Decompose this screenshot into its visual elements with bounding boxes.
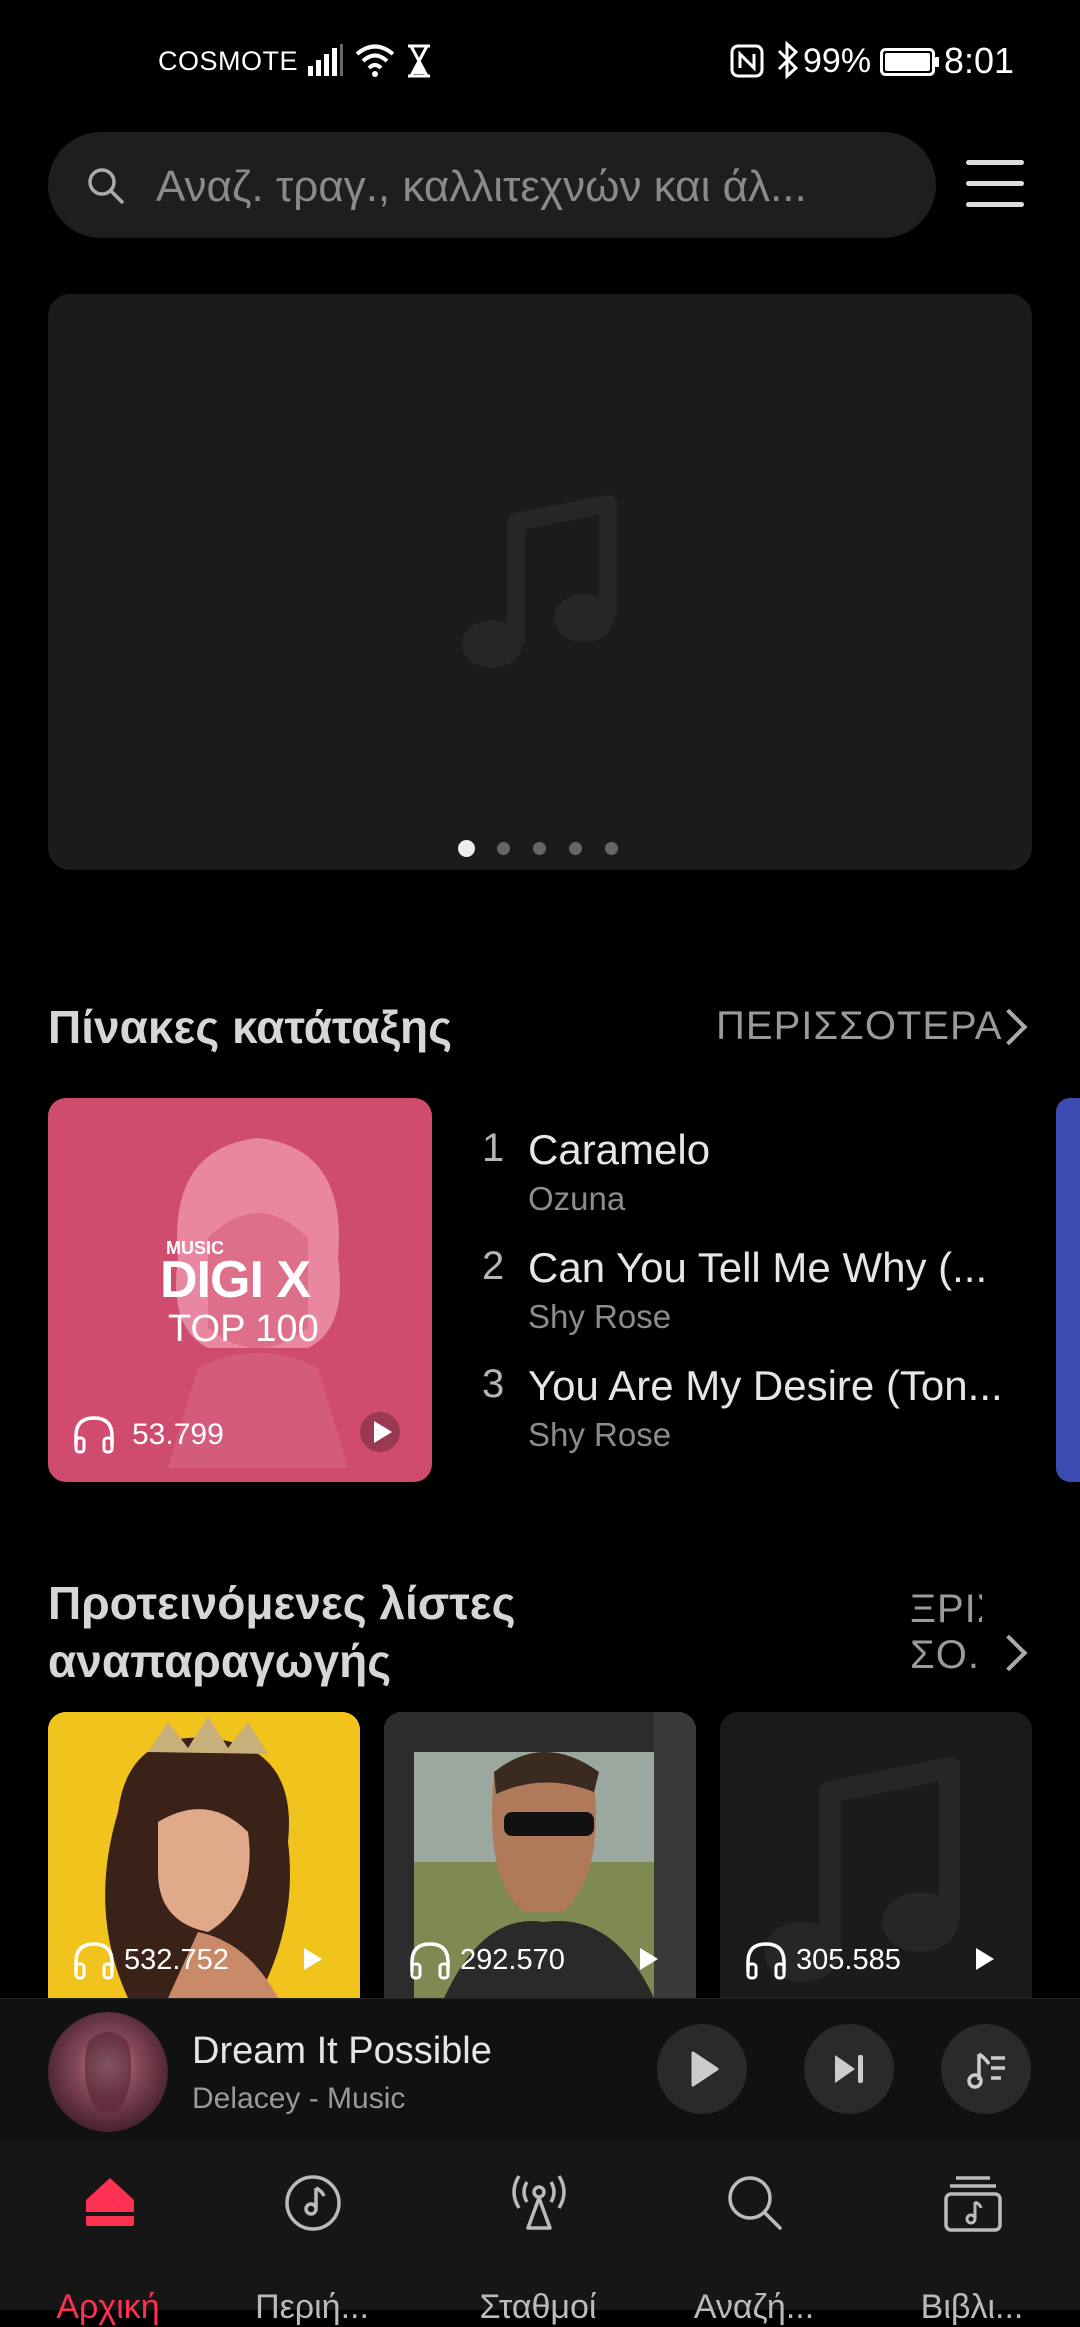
playlist-card[interactable]: 532.752 [48,1712,360,1998]
hourglass-icon [408,44,430,78]
playlist-queue-button[interactable] [941,2024,1031,2114]
playlists-title-line2: αναπαραγωγής [48,1635,392,1687]
now-playing-title: Dream It Possible [192,2030,492,2072]
playlists-title-line1: Προτεινόμενες λίστες [48,1577,516,1629]
nav-item-library[interactable] [872,2140,1072,2310]
more-line2: ΣΟ... [910,1633,982,1677]
headphones-icon [74,1416,114,1454]
nfc-icon [730,44,764,78]
play-icon[interactable] [304,1948,322,1970]
pagination-dot [497,842,510,855]
charts-section-title: Πίνακες κατάταξης [48,1001,453,1053]
track-rank: 2 [482,1244,505,1288]
charts-more-link[interactable]: ΠΕΡΙΣΣΟΤΕΡΑ [716,1004,1002,1049]
playlist-card[interactable]: 305.585 [720,1712,1032,1998]
playlist-listen-count: 292.570 [460,1944,565,1976]
track-artist: Shy Rose [528,1298,672,1335]
menu-icon [966,160,1024,165]
chart-track-row[interactable]: 1 Caramelo Ozuna [470,1122,1030,1222]
play-button[interactable] [657,2024,747,2114]
play-icon [374,1421,392,1443]
headphones-icon [746,1942,786,1980]
home-icon [86,2178,134,2226]
more-line1: ΞΡΙΣ [910,1587,982,1631]
search-icon [88,168,124,204]
brand-text: DIGI X [160,1251,311,1309]
playlist-card[interactable]: 292.570 [384,1712,696,1998]
nav-item-explore[interactable] [212,2140,412,2310]
menu-button[interactable] [966,160,1024,210]
bluetooth-icon [777,40,799,80]
album-artwork [48,2012,168,2132]
search-input[interactable]: Αναζ. τραγ., καλλιτεχνών και άλ... [156,162,891,212]
track-rank: 3 [482,1362,505,1406]
signal-icon [308,44,343,76]
track-artist: Shy Rose [528,1416,672,1453]
track-artist: Ozuna [528,1180,626,1217]
now-playing-artist: Delacey - Music [192,2082,406,2115]
library-icon [944,2176,1002,2232]
battery-percentage: 99% [803,42,872,80]
track-title: Caramelo [528,1126,711,1173]
search-icon [728,2176,782,2230]
music-note-icon [462,495,617,668]
pagination-dot [533,842,546,855]
nav-label-search: Αναζή... [693,2288,815,2326]
playlists-more-link[interactable]: ΞΡΙΣ ΣΟ... [910,1586,982,1678]
track-rank: 1 [482,1126,505,1170]
nav-item-radio[interactable] [438,2140,638,2310]
playlist-listen-count: 532.752 [124,1944,229,1976]
radio-tower-icon [512,2175,566,2230]
pagination-dot [569,842,582,855]
featured-banner[interactable] [48,294,1032,870]
battery-icon [880,48,939,76]
chart-track-row[interactable]: 3 You Are My Desire (Ton... Shy Rose [470,1358,1030,1458]
nav-label-home: Αρχική [56,2288,160,2326]
playlists-section-title: Προτεινόμενες λίστες αναπαραγωγής [48,1574,516,1690]
status-bar: COSMOTE 99% 8:01 [0,0,1080,120]
nav-label-library: Βιβλι... [920,2288,1024,2326]
playlist-listen-count: 305.585 [796,1944,901,1976]
next-track-button[interactable] [804,2024,894,2114]
play-icon[interactable] [976,1948,994,1970]
music-disc-icon [285,2175,341,2231]
pagination-dot-active [458,840,475,857]
chart-subtitle: TOP 100 [168,1308,319,1350]
track-title: Can You Tell Me Why (... [528,1244,988,1291]
chart-listen-count: 53.799 [132,1418,224,1451]
nav-label-radio: Σταθμοί [479,2288,597,2326]
nav-item-home[interactable] [8,2140,208,2310]
now-playing-album-art[interactable] [48,2012,168,2132]
headphones-icon [410,1942,450,1980]
chart-track-row[interactable]: 2 Can You Tell Me Why (... Shy Rose [470,1240,1030,1340]
carrier-name: COSMOTE [158,46,299,76]
queue-music-icon [967,2052,1005,2089]
chart-cover-digi-x[interactable]: MUSIC DIGI X TOP 100 53.799 [48,1098,432,1482]
clock: 8:01 [943,40,1014,81]
play-icon [691,2051,719,2087]
headphones-icon [74,1942,114,1980]
nav-item-search[interactable] [654,2140,854,2310]
pagination-dot [605,842,618,855]
skip-next-icon [835,2055,863,2083]
track-title: You Are My Desire (Ton... [528,1362,1003,1409]
chevron-right-icon[interactable] [990,1634,1028,1672]
next-chart-card[interactable] [1056,1098,1080,1482]
wifi-icon [355,44,395,77]
chart-play-button[interactable] [360,1412,400,1452]
play-icon[interactable] [640,1948,658,1970]
nav-label-explore: Περιή... [255,2288,369,2326]
